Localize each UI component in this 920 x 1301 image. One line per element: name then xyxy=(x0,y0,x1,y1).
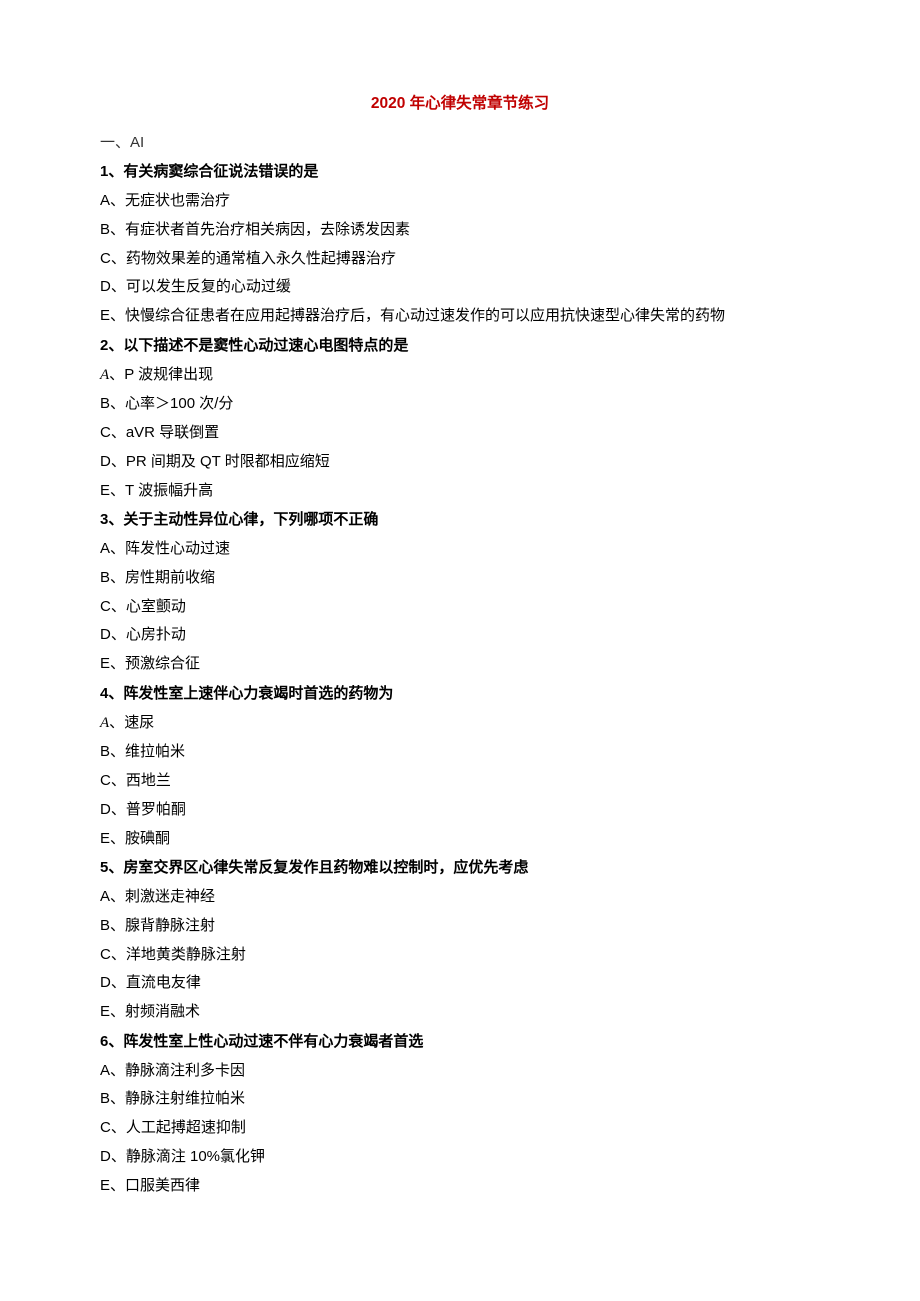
question-option: B、房性期前收缩 xyxy=(100,564,820,592)
question-option: D、心房扑动 xyxy=(100,621,820,649)
question-stem: 1、有关病窦综合征说法错误的是 xyxy=(100,158,820,186)
question-option: C、人工起搏超速抑制 xyxy=(100,1114,820,1142)
question-option: C、心室颤动 xyxy=(100,593,820,621)
option-text: 速尿 xyxy=(124,714,154,731)
document-page: 2020 年心律失常章节练习 一、AI 1、有关病窦综合征说法错误的是 A、无症… xyxy=(0,0,920,1301)
question-option: D、可以发生反复的心动过缓 xyxy=(100,273,820,301)
question-option: B、维拉帕米 xyxy=(100,738,820,766)
question-stem: 6、阵发性室上性心动过速不伴有心力衰竭者首选 xyxy=(100,1028,820,1056)
question-option: A、阵发性心动过速 xyxy=(100,535,820,563)
question-option: A、静脉滴注利多卡因 xyxy=(100,1057,820,1085)
option-text: P 波规律出现 xyxy=(124,366,213,383)
question-option: C、aVR 导联倒置 xyxy=(100,419,820,447)
question-option: A、刺激迷走神经 xyxy=(100,883,820,911)
question-option: A、P 波规律出现 xyxy=(100,361,820,390)
question-option: B、有症状者首先治疗相关病因，去除诱发因素 xyxy=(100,216,820,244)
page-title: 2020 年心律失常章节练习 xyxy=(100,90,820,119)
question-option: D、普罗帕酮 xyxy=(100,796,820,824)
question-stem: 3、关于主动性异位心律，下列哪项不正确 xyxy=(100,506,820,534)
question-option: C、药物效果差的通常植入永久性起搏器治疗 xyxy=(100,245,820,273)
question-option: B、心率＞100 次/分 xyxy=(100,390,820,418)
question-option: A、无症状也需治疗 xyxy=(100,187,820,215)
question-option: B、腺背静脉注射 xyxy=(100,912,820,940)
question-option: D、直流电友律 xyxy=(100,969,820,997)
question-stem: 5、房室交界区心律失常反复发作且药物难以控制时，应优先考虑 xyxy=(100,854,820,882)
question-option: E、射频消融术 xyxy=(100,998,820,1026)
question-option: E、快慢综合征患者在应用起搏器治疗后，有心动过速发作的可以应用抗快速型心律失常的… xyxy=(100,302,820,330)
question-option: E、T 波振幅升高 xyxy=(100,477,820,505)
question-option: E、胺碘酮 xyxy=(100,825,820,853)
question-stem: 4、阵发性室上速伴心力衰竭时首选的药物为 xyxy=(100,680,820,708)
question-option: D、静脉滴注 10%氯化钾 xyxy=(100,1143,820,1171)
question-stem: 2、以下描述不是窦性心动过速心电图特点的是 xyxy=(100,332,820,360)
question-option: E、预激综合征 xyxy=(100,650,820,678)
question-option: D、PR 间期及 QT 时限都相应缩短 xyxy=(100,448,820,476)
section-label: 一、AI xyxy=(100,129,820,157)
question-option: C、西地兰 xyxy=(100,767,820,795)
question-option: E、口服美西律 xyxy=(100,1172,820,1200)
question-option: C、洋地黄类静脉注射 xyxy=(100,941,820,969)
question-option: A、速尿 xyxy=(100,709,820,738)
question-option: B、静脉注射维拉帕米 xyxy=(100,1085,820,1113)
